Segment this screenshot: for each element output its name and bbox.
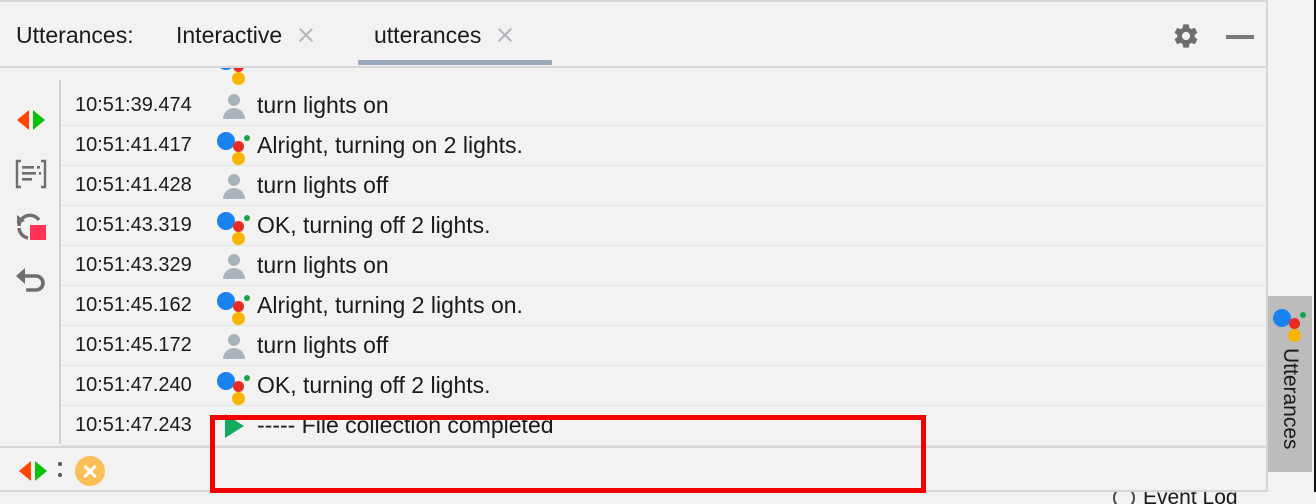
table-row[interactable]: 10:51:45.172 turn lights off bbox=[61, 326, 1266, 366]
vertical-dots-icon bbox=[58, 462, 62, 480]
tool-window-header: Utterances: Interactive utterances bbox=[0, 2, 1266, 68]
assistant-icon bbox=[211, 206, 257, 246]
gear-icon[interactable] bbox=[1172, 22, 1200, 50]
undo-arrow-icon[interactable] bbox=[12, 261, 50, 299]
compare-arrows-icon[interactable] bbox=[16, 456, 50, 486]
soft-wrap-icon[interactable] bbox=[12, 155, 50, 193]
row-timestamp: 10:51:43.319 bbox=[75, 214, 192, 236]
tab-utterances-label: utterances bbox=[374, 21, 482, 48]
utterances-tool-window: Utterances: Interactive utterances 10:51… bbox=[0, 0, 1316, 504]
minimize-icon[interactable] bbox=[1226, 35, 1254, 39]
table-row[interactable]: 10:51:45.162 Alright, turning 2 lights o… bbox=[61, 286, 1266, 326]
event-log-button[interactable]: Event Log bbox=[1113, 492, 1238, 504]
row-timestamp: 10:51:45.172 bbox=[75, 334, 192, 356]
assistant-icon bbox=[211, 286, 257, 326]
row-timestamp: 10:51:39.474 bbox=[75, 94, 192, 116]
play-icon bbox=[211, 406, 257, 446]
event-log-label: Event Log bbox=[1143, 492, 1238, 504]
table-row[interactable]: 10:51:41.417 Alright, turning on 2 light… bbox=[61, 126, 1266, 166]
left-toolbar bbox=[0, 68, 60, 446]
table-row[interactable]: 10:51:43.319 OK, turning off 2 lights. bbox=[61, 206, 1266, 246]
row-message: Alright, turning on 2 lights. bbox=[257, 132, 523, 158]
person-icon bbox=[211, 166, 257, 206]
table-row[interactable]: 10:51:39.474 turn lights on bbox=[61, 86, 1266, 126]
circle-icon bbox=[1113, 492, 1135, 504]
utterances-log-list[interactable]: 10:51:39.474 turn lights on 10:51:41.417… bbox=[61, 68, 1266, 446]
row-message: ----- File collection completed bbox=[257, 412, 554, 438]
row-message: OK, turning off 2 lights. bbox=[257, 372, 491, 398]
sidebar-item-label: Utterances bbox=[1279, 348, 1302, 450]
person-icon bbox=[211, 246, 257, 286]
rerun-stop-icon[interactable] bbox=[12, 208, 50, 246]
row-message: Alright, turning 2 lights on. bbox=[257, 292, 523, 318]
active-tab-underline bbox=[358, 60, 552, 65]
table-row[interactable]: 10:51:47.240 OK, turning off 2 lights. bbox=[61, 366, 1266, 406]
row-timestamp: 10:51:43.329 bbox=[75, 254, 192, 276]
row-message: turn lights on bbox=[257, 252, 389, 278]
row-message: turn lights on bbox=[257, 92, 389, 118]
row-message: turn lights off bbox=[257, 332, 389, 358]
table-row[interactable]: 10:51:47.243 ----- File collection compl… bbox=[61, 406, 1266, 446]
table-row[interactable]: 10:51:41.428 turn lights off bbox=[61, 166, 1266, 206]
row-message: OK, turning off 2 lights. bbox=[257, 212, 491, 238]
assistant-icon bbox=[211, 366, 257, 406]
row-timestamp: 10:51:41.428 bbox=[75, 174, 192, 196]
tab-utterances[interactable]: utterances bbox=[358, 2, 552, 68]
compare-arrows-icon[interactable] bbox=[12, 101, 50, 139]
row-timestamp: 10:51:45.162 bbox=[75, 294, 192, 316]
assistant-icon bbox=[211, 126, 257, 166]
tool-window-title: Utterances: bbox=[16, 22, 134, 48]
warning-close-icon[interactable] bbox=[75, 456, 105, 486]
row-timestamp: 10:51:41.417 bbox=[75, 134, 192, 156]
assistant-icon bbox=[1273, 306, 1307, 342]
close-icon[interactable] bbox=[296, 25, 316, 45]
person-icon bbox=[211, 326, 257, 366]
table-row[interactable]: 10:51:43.329 turn lights on bbox=[61, 246, 1266, 286]
clipped-row-partial bbox=[61, 68, 1266, 86]
person-icon bbox=[211, 86, 257, 126]
tab-interactive-label: Interactive bbox=[176, 21, 283, 48]
status-bar bbox=[0, 446, 1266, 492]
row-message: turn lights off bbox=[257, 172, 389, 198]
assistant-icon bbox=[211, 68, 257, 86]
close-icon[interactable] bbox=[495, 25, 515, 45]
sidebar-item-utterances[interactable]: Utterances bbox=[1268, 296, 1312, 472]
event-log-strip: Event Log bbox=[0, 492, 1316, 504]
row-timestamp: 10:51:47.240 bbox=[75, 374, 192, 396]
tab-interactive[interactable]: Interactive bbox=[176, 2, 316, 68]
row-timestamp: 10:51:47.243 bbox=[75, 414, 192, 436]
